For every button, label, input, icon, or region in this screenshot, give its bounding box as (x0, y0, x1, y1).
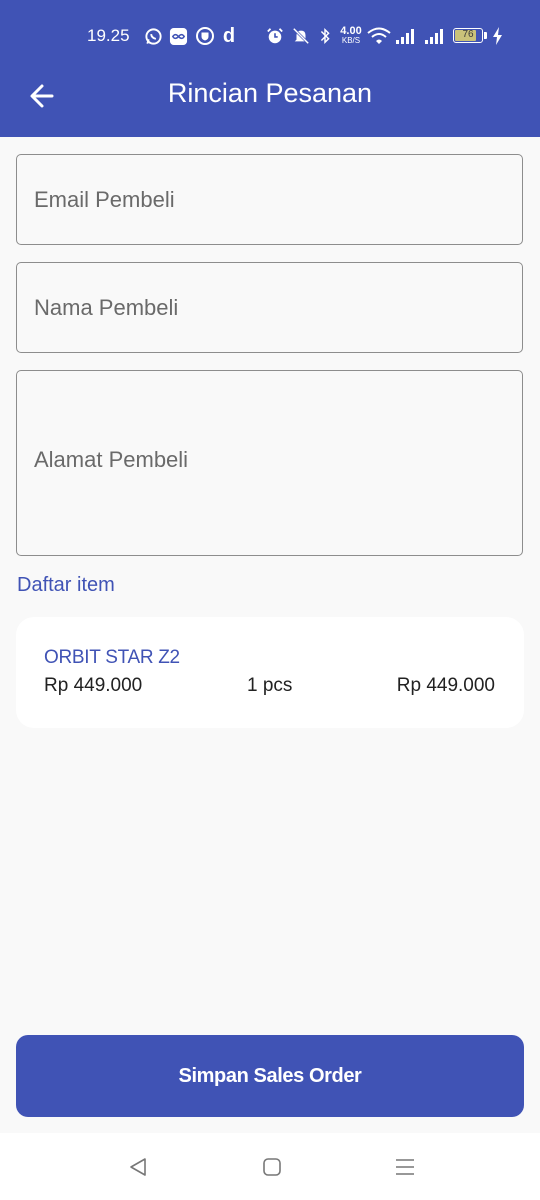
d-app-icon: d (222, 24, 236, 47)
item-total: Rp 449.000 (396, 675, 495, 696)
page-title: Rincian Pesanan (167, 78, 373, 108)
email-field[interactable] (17, 155, 522, 244)
nav-home-icon[interactable] (260, 1155, 284, 1179)
list-item[interactable]: ORBIT STAR Z2 Rp 449.000 1 pcs Rp 449.00… (16, 617, 524, 728)
item-name: ORBIT STAR Z2 (44, 647, 180, 668)
shield-app-icon (194, 26, 216, 46)
address-field[interactable] (17, 371, 522, 555)
item-price: Rp 449.000 (44, 675, 143, 696)
item-list-label: Daftar item (17, 574, 115, 596)
status-time: 19.25 (87, 26, 130, 45)
system-nav-bar (0, 1133, 540, 1200)
email-field-container (16, 154, 523, 245)
app-bar: Rincian Pesanan (0, 54, 540, 137)
item-quantity: 1 pcs (247, 675, 293, 696)
nav-back-icon[interactable] (126, 1155, 150, 1179)
nav-menu-icon[interactable] (393, 1155, 417, 1179)
alarm-icon (265, 26, 285, 46)
bluetooth-icon (317, 26, 333, 46)
save-sales-order-button[interactable]: Simpan Sales Order (16, 1035, 524, 1117)
status-bar: 19.25 d 4.00 KB/S 76 (0, 0, 540, 54)
name-field[interactable] (17, 263, 522, 352)
name-field-container (16, 262, 523, 353)
network-speed: 4.00 KB/S (340, 25, 362, 45)
battery-icon: 76 (453, 28, 483, 43)
infinity-app-icon (168, 26, 188, 46)
mute-icon (291, 26, 311, 46)
whatsapp-icon (143, 26, 163, 46)
signal-icon (395, 26, 417, 46)
wifi-icon (367, 26, 391, 46)
address-field-container (16, 370, 523, 556)
signal-icon (424, 26, 446, 46)
battery-level: 76 (462, 29, 474, 40)
charging-icon (490, 26, 504, 46)
